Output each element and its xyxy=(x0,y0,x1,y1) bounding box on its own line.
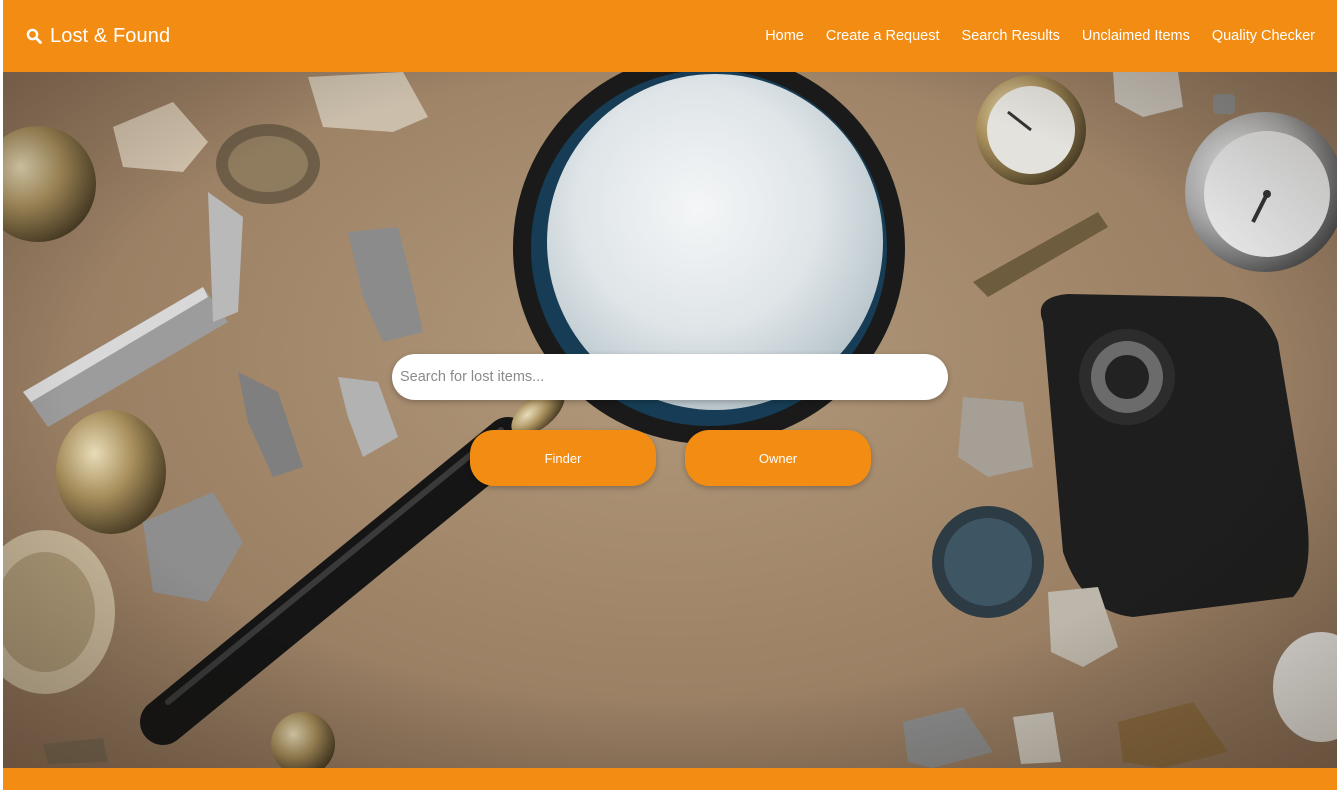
brand-label: Lost & Found xyxy=(50,24,171,47)
hero-background-image xyxy=(3,72,1337,768)
footer-bar xyxy=(3,768,1337,790)
finder-button[interactable]: Finder xyxy=(470,430,656,486)
nav-link-home[interactable]: Home xyxy=(765,28,804,44)
nav-link-create-request[interactable]: Create a Request xyxy=(826,28,940,44)
owner-button[interactable]: Owner xyxy=(685,430,871,486)
nav-links: Home Create a Request Search Results Unc… xyxy=(765,28,1315,44)
search-icon xyxy=(26,28,42,44)
hero-section: Finder Owner xyxy=(3,72,1337,768)
brand-link[interactable]: Lost & Found xyxy=(26,25,170,48)
nav-link-search-results[interactable]: Search Results xyxy=(962,28,1060,44)
nav-link-unclaimed-items[interactable]: Unclaimed Items xyxy=(1082,28,1190,44)
nav-link-quality-checker[interactable]: Quality Checker xyxy=(1212,28,1315,44)
search-input[interactable] xyxy=(392,354,948,400)
navbar: Lost & Found Home Create a Request Searc… xyxy=(3,0,1337,72)
